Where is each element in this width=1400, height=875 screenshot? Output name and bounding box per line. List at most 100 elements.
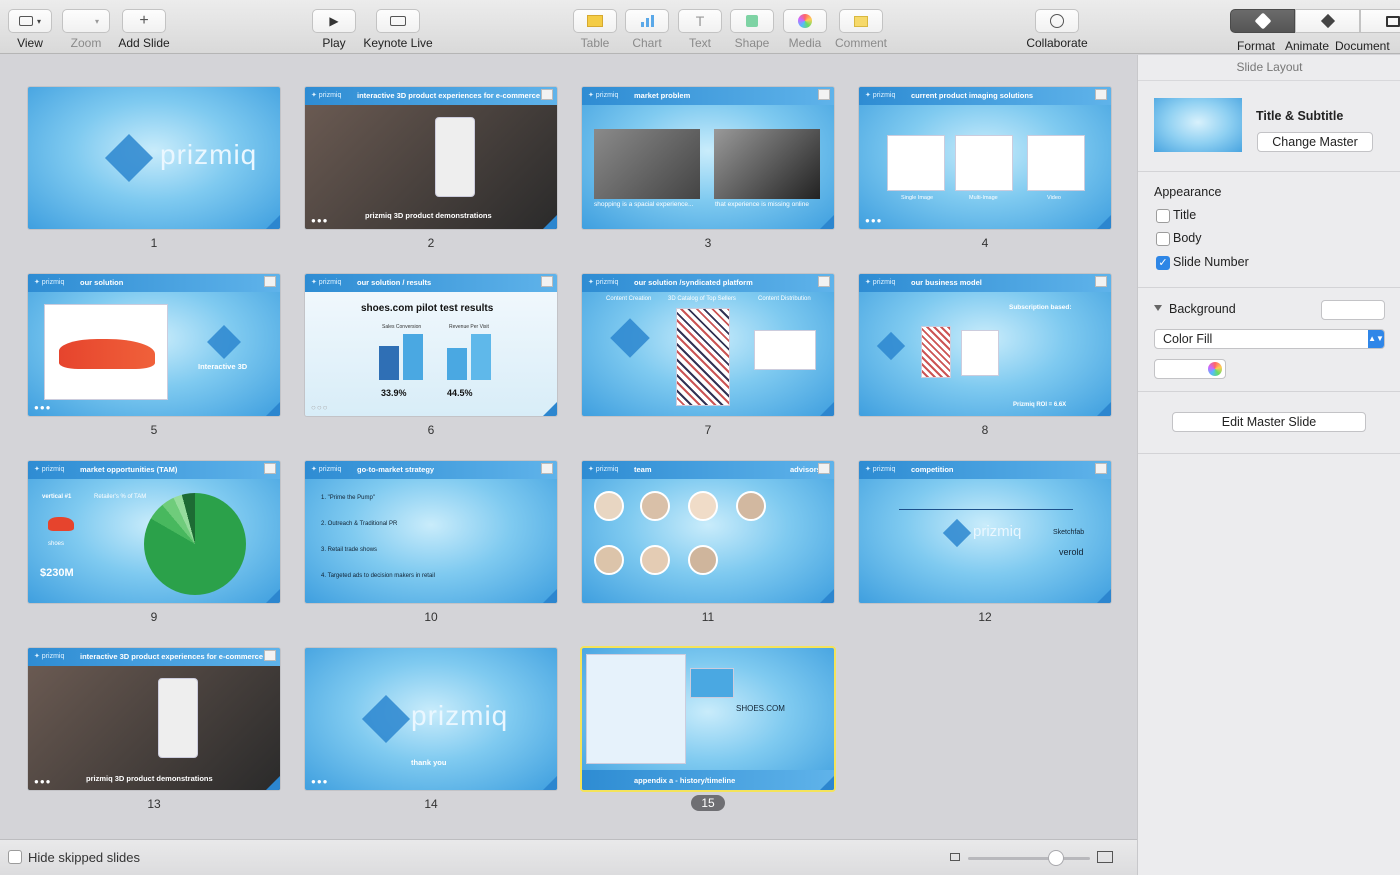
slide-thumbnail-8[interactable]: ✦ prizmiq our business model Subscription…: [859, 274, 1111, 416]
collaborate-control[interactable]: Collaborate: [1026, 0, 1088, 54]
slide-number-2: 2: [427, 236, 435, 250]
inspector-tabs: [1230, 9, 1400, 33]
photo-left: [594, 129, 700, 199]
slide-thumbnail-9[interactable]: ✦ prizmiq market opportunities (TAM) vert…: [28, 461, 280, 603]
slide-number-13: 13: [147, 797, 161, 811]
left-label: vertical #1: [42, 494, 72, 500]
note-icon: [541, 463, 553, 474]
multi-image-panel: [955, 135, 1013, 191]
divider: [1138, 391, 1400, 392]
text-control[interactable]: T Text: [678, 0, 722, 54]
text-icon: T: [695, 13, 705, 29]
add-slide-control[interactable]: + Add Slide: [118, 0, 170, 54]
table-control[interactable]: Table: [573, 0, 617, 54]
divider: [1138, 287, 1400, 288]
slider-knob[interactable]: [1048, 850, 1064, 866]
slide-header: ✦ prizmiq our business model: [859, 274, 1111, 292]
col-distribution: Content Distribution: [758, 296, 811, 302]
zoom-control[interactable]: ▾ Zoom: [62, 0, 110, 54]
comment-button[interactable]: [839, 9, 883, 33]
view-control[interactable]: ▾ View: [8, 0, 52, 54]
note-icon: [818, 89, 830, 100]
background-color-well[interactable]: [1321, 300, 1385, 320]
slide-thumbnail-12[interactable]: ✦ prizmiq competition prizmiq Sketchfab v…: [859, 461, 1111, 603]
plus-icon: +: [139, 12, 149, 29]
slide-corner: [266, 402, 280, 416]
add-slide-button[interactable]: +: [122, 9, 166, 33]
text-button[interactable]: T: [678, 9, 722, 33]
slide-thumbnail-7[interactable]: ✦ prizmiq our solution /syndicated platfo…: [582, 274, 834, 416]
slide-thumbnail-1[interactable]: prizmiq: [28, 87, 280, 229]
small-thumbnail-icon[interactable]: [950, 853, 960, 861]
avatar: [594, 491, 624, 521]
hide-skipped-checkbox[interactable]: [8, 850, 22, 864]
color-well[interactable]: [1154, 359, 1226, 379]
sub-left: Sales Conversion: [382, 324, 422, 330]
chevron-updown-icon: ▲▼: [1368, 330, 1384, 348]
slide-thumbnail-2[interactable]: ✦ prizmiq interactive 3D product experien…: [305, 87, 557, 229]
shape-control[interactable]: Shape: [730, 0, 774, 54]
comment-control[interactable]: Comment: [833, 0, 889, 54]
slide-title: current product imaging solutions: [911, 91, 1034, 100]
tab-animate[interactable]: [1295, 9, 1360, 33]
slide-thumbnail-3[interactable]: ✦ prizmiq market problem shopping is a sp…: [582, 87, 834, 229]
play-control[interactable]: ▶ Play: [312, 0, 356, 54]
avatar: [640, 491, 670, 521]
disclosure-triangle-icon[interactable]: [1154, 305, 1162, 311]
chart-control[interactable]: Chart: [625, 0, 669, 54]
slide-caption: prizmiq 3D product demonstrations: [365, 211, 492, 220]
paintbrush-icon: [1254, 12, 1271, 30]
collaborate-button[interactable]: [1035, 9, 1079, 33]
strategy-line-4: 4. Targeted ads to decision makers in re…: [321, 573, 435, 579]
keynote-live-control[interactable]: Keynote Live: [363, 0, 433, 54]
slide-header: ✦ prizmiq market problem: [582, 87, 834, 105]
slide-thumbnail-13[interactable]: ✦ prizmiq interactive 3D product experien…: [28, 648, 280, 790]
table-button[interactable]: [573, 9, 617, 33]
avatar: [688, 545, 718, 575]
navigator-footer: Hide skipped slides: [0, 839, 1137, 875]
play-button[interactable]: ▶: [312, 9, 356, 33]
shape-label: Shape: [734, 36, 770, 50]
slide-thumbnail-5[interactable]: ✦ prizmiq our solution Interactive 3D ●●●: [28, 274, 280, 416]
fill-type-value: Color Fill: [1163, 332, 1213, 346]
media-label: Media: [788, 36, 822, 50]
edit-master-slide-button[interactable]: Edit Master Slide: [1172, 412, 1366, 432]
slide-dots: ●●●: [311, 216, 329, 225]
tab-document[interactable]: [1360, 9, 1400, 33]
note-icon: [818, 463, 830, 474]
chart-icon: [640, 15, 654, 27]
view-button[interactable]: ▾: [8, 9, 52, 33]
format-label: Format: [1237, 39, 1276, 53]
view-label: View: [17, 36, 43, 50]
brand-prizmiq: prizmiq: [973, 523, 1022, 540]
slide-thumbnail-14[interactable]: prizmiq thank you ●●●: [305, 648, 557, 790]
slide-header: ✦ prizmiq our solution / results: [305, 274, 557, 292]
change-master-button[interactable]: Change Master: [1257, 132, 1373, 152]
shape-button[interactable]: [730, 9, 774, 33]
title-checkbox[interactable]: [1156, 209, 1170, 223]
stat-left: 33.9%: [381, 388, 407, 398]
phone-image: [158, 678, 198, 758]
tam-pie-chart: [144, 493, 246, 595]
toolbar: ▾ View ▾ Zoom + Add Slide ▶ Play Keynote…: [0, 0, 1400, 54]
slide-thumbnail-10[interactable]: ✦ prizmiq go-to-market strategy 1. "Prime…: [305, 461, 557, 603]
body-checkbox[interactable]: [1156, 232, 1170, 246]
slide-number-checkbox[interactable]: ✓: [1156, 256, 1170, 270]
slide-thumbnail-4[interactable]: ✦ prizmiq current product imaging solutio…: [859, 87, 1111, 229]
large-thumbnail-icon[interactable]: [1097, 851, 1113, 863]
media-control[interactable]: Media: [783, 0, 827, 54]
keynote-live-button[interactable]: [376, 9, 420, 33]
fill-type-select[interactable]: Color Fill ▲▼: [1154, 329, 1385, 349]
zoom-button[interactable]: ▾: [62, 9, 110, 33]
media-button[interactable]: [783, 9, 827, 33]
slide-thumbnail-15[interactable]: SHOES.COM appendix a - history/timeline: [582, 648, 834, 790]
master-preview[interactable]: [1154, 98, 1242, 152]
prizmiq-star-icon: [876, 331, 906, 361]
chart-button[interactable]: [625, 9, 669, 33]
slide-thumbnail-6[interactable]: ✦ prizmiq our solution / results shoes.co…: [305, 274, 557, 416]
slide-title: interactive 3D product experiences for e…: [357, 91, 540, 100]
slide-thumbnail-11[interactable]: ✦ prizmiq team advisors: [582, 461, 834, 603]
sub-right: Revenue Per Visit: [449, 324, 489, 330]
tab-format[interactable]: [1230, 9, 1295, 33]
thumbnail-size-slider[interactable]: [968, 857, 1090, 860]
